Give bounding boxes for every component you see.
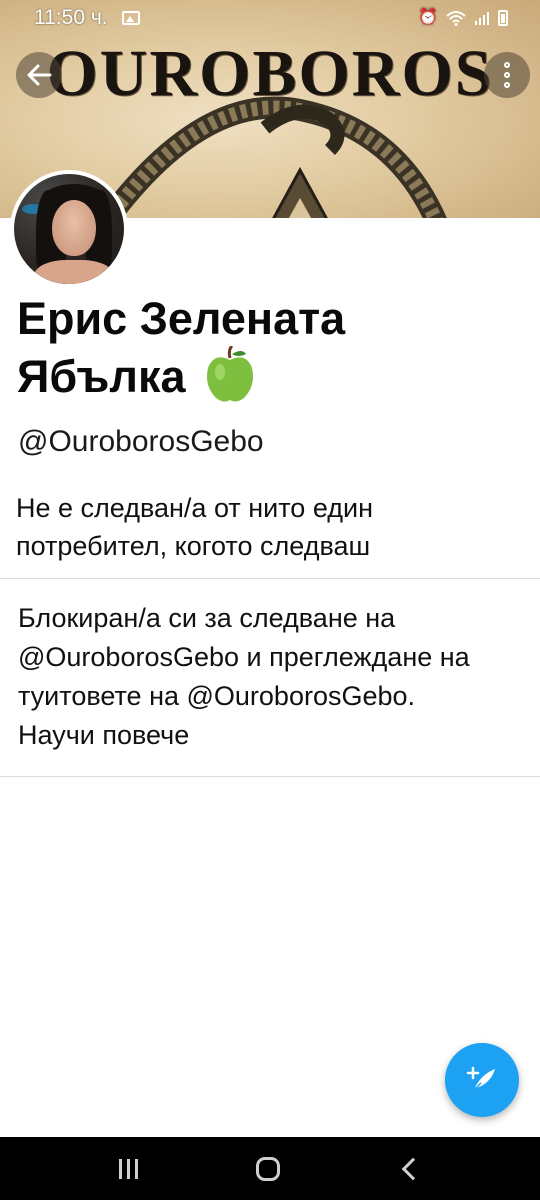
divider — [0, 776, 540, 777]
blocked-notice: Блокиран/а си за следване на @OuroborosG… — [18, 599, 523, 755]
followed-by-note: Не е следван/а от нито един потребител, … — [16, 493, 373, 561]
avatar[interactable] — [10, 170, 128, 288]
compose-tweet-button[interactable] — [445, 1043, 519, 1117]
battery-icon — [498, 10, 508, 26]
banner-title: OUROBOROS — [46, 37, 494, 110]
avatar-image — [14, 174, 124, 284]
recent-apps-button[interactable] — [119, 1158, 139, 1179]
status-bar: 11:50 ч. ⏰ — [0, 0, 540, 36]
gallery-notification-icon — [121, 11, 140, 25]
wifi-icon — [446, 11, 466, 26]
system-navigation-bar — [0, 1137, 540, 1200]
status-time: 11:50 ч. — [34, 6, 108, 29]
arrow-left-icon — [27, 64, 52, 86]
blocked-message: Блокиран/а си за следване на @OuroborosG… — [18, 603, 470, 711]
alarm-icon: ⏰ — [418, 9, 438, 26]
system-back-button[interactable] — [401, 1157, 425, 1180]
profile-handle: @OuroborosGebo — [18, 425, 264, 458]
compose-tweet-icon — [466, 1066, 495, 1091]
display-name-text: Ерис Зелената Ябълка — [17, 293, 346, 402]
learn-more-link[interactable]: Научи повече — [18, 716, 523, 755]
signal-icon — [475, 12, 489, 25]
profile-display-name: Ерис Зелената Ябълка — [17, 290, 487, 406]
home-button[interactable] — [256, 1156, 281, 1181]
more-options-button[interactable] — [484, 52, 530, 98]
green-apple-emoji-icon — [207, 346, 254, 402]
status-icons: ⏰ — [418, 10, 508, 26]
back-button[interactable] — [16, 52, 62, 98]
divider — [0, 578, 540, 579]
more-vertical-icon — [504, 62, 510, 68]
